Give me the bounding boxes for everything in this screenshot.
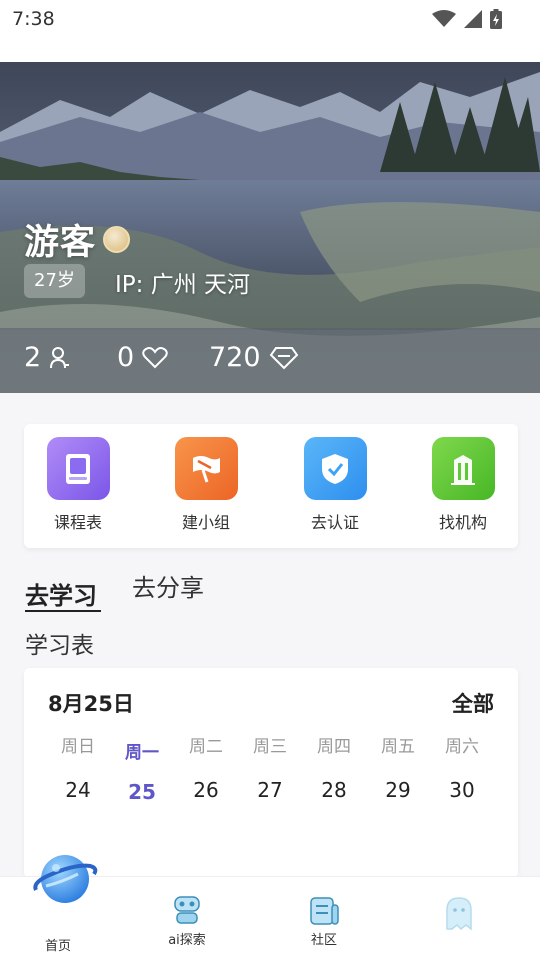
weekday-label: 周五 [381, 737, 415, 757]
shield-check-icon [303, 437, 367, 500]
weekday-label: 周一 [125, 743, 159, 763]
action-create-group[interactable]: 建小组 [161, 437, 251, 533]
calendar-day[interactable]: 30 [432, 778, 492, 802]
flag-icon [174, 437, 238, 500]
wifi-icon [432, 10, 456, 27]
calendar-day[interactable]: 27 [240, 778, 300, 802]
newspaper-icon [310, 897, 339, 925]
ip-location: IP: 广州 天河 [115, 272, 251, 298]
nav-community[interactable]: 社区 [274, 877, 374, 960]
nav-label: ai探索 [168, 933, 206, 948]
calendar-day[interactable]: 24 [48, 778, 108, 802]
battery-icon [490, 9, 502, 29]
calendar-date: 8月25日 [48, 692, 134, 716]
following-count: 2 [24, 342, 42, 373]
quick-actions-card: 课程表 建小组 去认证 找机构 [24, 424, 518, 548]
likes-stat[interactable]: 0 [117, 342, 168, 373]
tab-study[interactable]: 去学习 [25, 576, 97, 611]
diamond-icon [269, 346, 298, 369]
weekday-label: 周四 [317, 737, 351, 757]
status-time: 7:38 [12, 8, 55, 30]
status-icons [432, 9, 502, 29]
tab-share[interactable]: 去分享 [132, 568, 204, 603]
building-icon [431, 437, 495, 500]
action-label: 找机构 [438, 513, 487, 532]
profile-name: 游客 [24, 223, 97, 263]
action-label: 去认证 [310, 513, 359, 532]
study-calendar: 8月25日 全部 周日 周一 周二 周三 周四 周五 周六 24 25 26 2… [24, 668, 518, 878]
signal-icon [464, 10, 482, 28]
diamonds-stat[interactable]: 720 [209, 342, 299, 373]
following-stat[interactable]: 2 [24, 342, 71, 373]
action-find-institution[interactable]: 找机构 [418, 437, 508, 533]
heart-icon [142, 346, 168, 368]
action-course-schedule[interactable]: 课程表 [33, 437, 123, 533]
tab-active-indicator [25, 610, 101, 612]
nav-label: 社区 [310, 933, 337, 948]
status-bar: 7:38 [0, 0, 540, 62]
section-title: 学习表 [25, 633, 94, 659]
calendar-day[interactable]: 28 [304, 778, 364, 802]
profile-header: 游客 27岁 IP: 广州 天河 2 0 720 [0, 62, 540, 393]
calendar-day-selected[interactable]: 25 [112, 780, 172, 804]
action-verify[interactable]: 去认证 [290, 437, 380, 533]
action-label: 建小组 [181, 513, 230, 532]
weekday-label: 周三 [253, 737, 287, 757]
ghost-icon [446, 897, 472, 931]
weekday-label: 周二 [189, 737, 223, 757]
diamonds-count: 720 [209, 342, 261, 373]
nav-ai-explore[interactable]: ai探索 [137, 877, 237, 960]
book-icon [46, 437, 110, 500]
weekday-label: 周六 [445, 737, 479, 757]
person-icon [50, 346, 70, 368]
likes-count: 0 [117, 342, 135, 373]
weekday-label: 周日 [61, 737, 95, 757]
calendar-day[interactable]: 26 [176, 778, 236, 802]
nav-label: 首页 [44, 939, 71, 954]
robot-icon [174, 896, 200, 924]
action-label: 课程表 [53, 513, 102, 532]
planet-icon[interactable] [32, 846, 98, 912]
vip-badge-icon [103, 226, 130, 253]
nav-profile[interactable] [409, 877, 509, 960]
profile-stats: 2 0 720 [0, 328, 540, 393]
calendar-all-button[interactable]: 全部 [452, 688, 494, 718]
calendar-day[interactable]: 29 [368, 778, 428, 802]
age-tag: 27岁 [24, 264, 85, 298]
